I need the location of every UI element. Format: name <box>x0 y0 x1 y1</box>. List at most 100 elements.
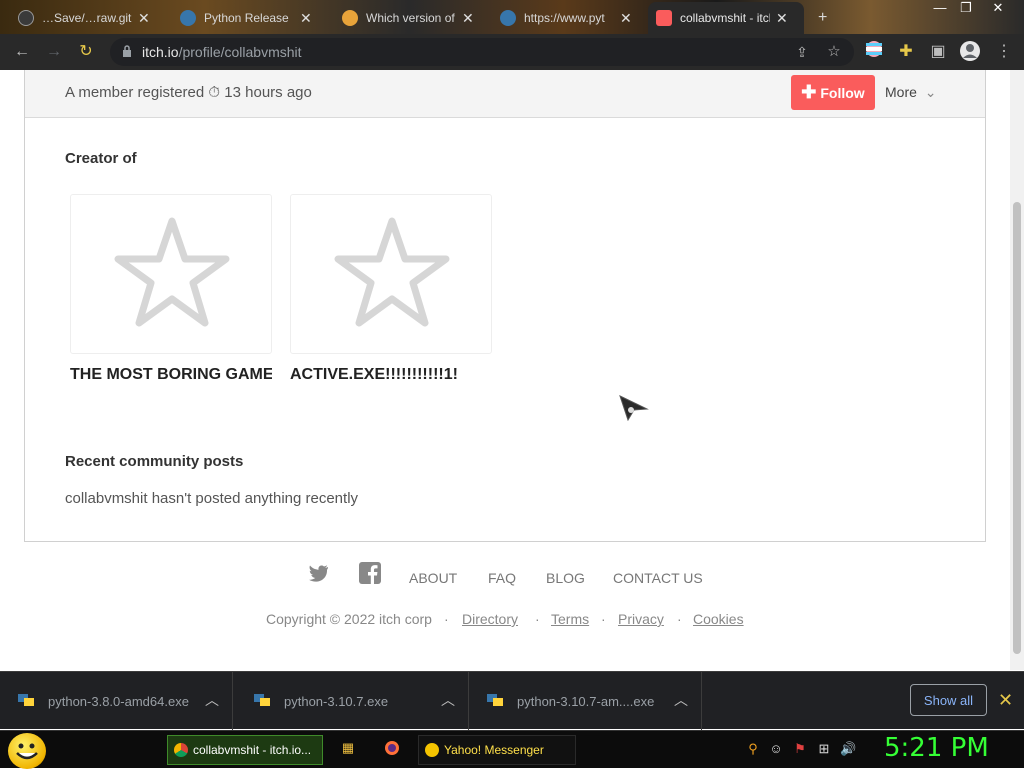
taskbar-chrome-task[interactable]: collabvmshit - itch.io... <box>167 735 323 765</box>
footer-links: ABOUT FAQ BLOG CONTACT US <box>0 562 1010 588</box>
browser-tab[interactable]: https://www.pyt ✕ <box>492 2 644 34</box>
game-title-link[interactable]: ACTIVE.EXE!!!!!!!!!!!1! <box>290 366 492 384</box>
more-dropdown[interactable]: More ⌄ <box>885 84 937 101</box>
back-icon[interactable]: ← <box>10 40 34 64</box>
download-filename: python-3.10.7-am....exe <box>517 694 655 709</box>
game-thumbnail[interactable] <box>290 194 492 354</box>
tab-favicon-icon <box>342 10 358 26</box>
forward-icon[interactable]: → <box>42 40 66 64</box>
flag-icon[interactable]: ⚑ <box>792 741 808 757</box>
download-item[interactable]: python-3.10.7-am....exe ︿ <box>469 672 702 730</box>
separator: · <box>444 611 449 627</box>
extension-flag-icon[interactable] <box>862 40 886 64</box>
url-text: itch.io/profile/collabvmshit <box>142 44 302 60</box>
taskbar-clock[interactable]: 5:21 PM <box>884 733 989 763</box>
messenger-tray-icon[interactable]: ☺ <box>768 741 784 757</box>
member-time: 13 hours ago <box>224 84 312 101</box>
taskbar: collabvmshit - itch.io... ▦ Yahoo! Messe… <box>0 730 1024 769</box>
footer-about-link[interactable]: ABOUT <box>409 570 457 586</box>
game-title-link[interactable]: THE MOST BORING GAME <box>70 366 272 384</box>
chevron-up-icon[interactable]: ︿ <box>205 690 219 710</box>
separator: · <box>601 611 606 627</box>
reload-icon[interactable]: ↻ <box>74 40 98 64</box>
creator-of-heading: Creator of <box>65 150 137 167</box>
browser-tab[interactable]: Python Release ✕ <box>172 2 330 34</box>
start-button-smiley-icon[interactable] <box>8 733 46 769</box>
no-posts-text: collabvmshit hasn't posted anything rece… <box>65 490 359 507</box>
facebook-icon[interactable] <box>359 562 381 587</box>
python-favicon-icon <box>500 10 516 26</box>
volume-icon[interactable]: 🔊 <box>840 741 856 757</box>
privacy-link[interactable]: Privacy <box>618 611 664 627</box>
plus-icon: ✚ <box>801 82 817 102</box>
close-window-icon[interactable]: ✕ <box>982 0 1014 16</box>
sidebar-icon[interactable]: ▣ <box>926 40 950 64</box>
cookies-link[interactable]: Cookies <box>693 611 744 627</box>
browser-tab[interactable]: Which version of ✕ <box>334 2 492 34</box>
download-filename: python-3.8.0-amd64.exe <box>48 694 189 709</box>
tab-title: https://www.pyt <box>524 11 605 25</box>
folder-icon[interactable]: ▦ <box>340 740 356 756</box>
address-bar[interactable]: itch.io/profile/collabvmshit ⇪ ☆ <box>110 38 854 66</box>
bookmark-star-icon[interactable]: ☆ <box>822 40 846 64</box>
yahoo-smiley-icon <box>425 743 439 757</box>
page-scrollbar[interactable] <box>1010 70 1024 670</box>
close-icon[interactable]: ✕ <box>138 10 150 27</box>
scroll-thumb[interactable] <box>1013 202 1021 654</box>
python-favicon-icon <box>180 10 196 26</box>
copyright-row: Copyright © 2022 itch corp · Directory ·… <box>0 611 1010 631</box>
directory-link[interactable]: Directory <box>462 611 518 627</box>
download-filename: python-3.10.7.exe <box>284 694 389 709</box>
python-installer-icon <box>18 694 34 706</box>
profile-avatar-icon[interactable] <box>958 40 982 64</box>
task-label: Yahoo! Messenger <box>444 743 544 757</box>
tab-title: …Save/…raw.github… <box>42 11 132 25</box>
python-installer-icon <box>487 694 503 706</box>
network-icon[interactable]: ⊞ <box>816 741 832 757</box>
follow-button[interactable]: ✚ Follow <box>791 75 875 110</box>
terms-link[interactable]: Terms <box>551 611 589 627</box>
share-icon[interactable]: ⇪ <box>790 40 814 64</box>
chevron-down-icon: ⌄ <box>924 84 937 100</box>
copyright-text: Copyright © 2022 itch corp <box>266 611 432 627</box>
python-installer-icon <box>254 694 270 706</box>
chevron-up-icon[interactable]: ︿ <box>674 690 688 710</box>
page-content: A member registered ⏱ 13 hours ago ✚ Fol… <box>0 70 1010 670</box>
task-label: collabvmshit - itch.io... <box>193 743 312 757</box>
twitter-icon[interactable] <box>309 564 329 585</box>
search-icon[interactable]: ⚲ <box>745 741 761 757</box>
footer-blog-link[interactable]: BLOG <box>546 570 585 586</box>
download-item[interactable]: python-3.10.7.exe ︿ <box>236 672 469 730</box>
tab-title: Python Release <box>204 11 289 25</box>
browser-toolbar: ← → ↻ itch.io/profile/collabvmshit ⇪ ☆ ✚… <box>0 34 1024 70</box>
close-icon[interactable]: ✕ <box>998 690 1013 711</box>
menu-dots-icon[interactable]: ⋮ <box>992 40 1016 64</box>
browser-tab[interactable]: …Save/…raw.github… ✕ <box>10 2 168 34</box>
tab-favicon-icon <box>18 10 34 26</box>
lock-icon <box>123 45 131 57</box>
close-icon[interactable]: ✕ <box>776 10 788 27</box>
game-thumbnail[interactable] <box>70 194 272 354</box>
footer-contact-link[interactable]: CONTACT US <box>613 570 703 586</box>
footer-faq-link[interactable]: FAQ <box>488 570 516 586</box>
show-all-button[interactable]: Show all <box>910 684 987 716</box>
separator: · <box>535 611 540 627</box>
stopwatch-icon: ⏱ <box>208 84 221 101</box>
close-icon[interactable]: ✕ <box>462 10 474 27</box>
chevron-up-icon[interactable]: ︿ <box>441 690 455 710</box>
mouse-cursor-icon <box>619 395 649 421</box>
firefox-icon[interactable] <box>384 740 400 756</box>
taskbar-yahoo-task[interactable]: Yahoo! Messenger <box>418 735 576 765</box>
separator: · <box>677 611 682 627</box>
profile-panel: A member registered ⏱ 13 hours ago ✚ Fol… <box>24 70 986 542</box>
browser-tab-active[interactable]: collabvmshit - itch ✕ <box>648 2 804 34</box>
download-item[interactable]: python-3.8.0-amd64.exe ︿ <box>0 672 233 730</box>
new-tab-button[interactable]: + <box>812 2 836 34</box>
restore-icon[interactable]: ❐ <box>950 0 982 16</box>
close-icon[interactable]: ✕ <box>300 10 312 27</box>
chrome-icon <box>174 743 188 757</box>
close-icon[interactable]: ✕ <box>620 10 632 27</box>
tab-strip: …Save/…raw.github… ✕ Python Release ✕ Wh… <box>0 0 1024 34</box>
extensions-puzzle-icon[interactable]: ✚ <box>894 40 918 64</box>
member-label: A member registered <box>65 84 205 101</box>
